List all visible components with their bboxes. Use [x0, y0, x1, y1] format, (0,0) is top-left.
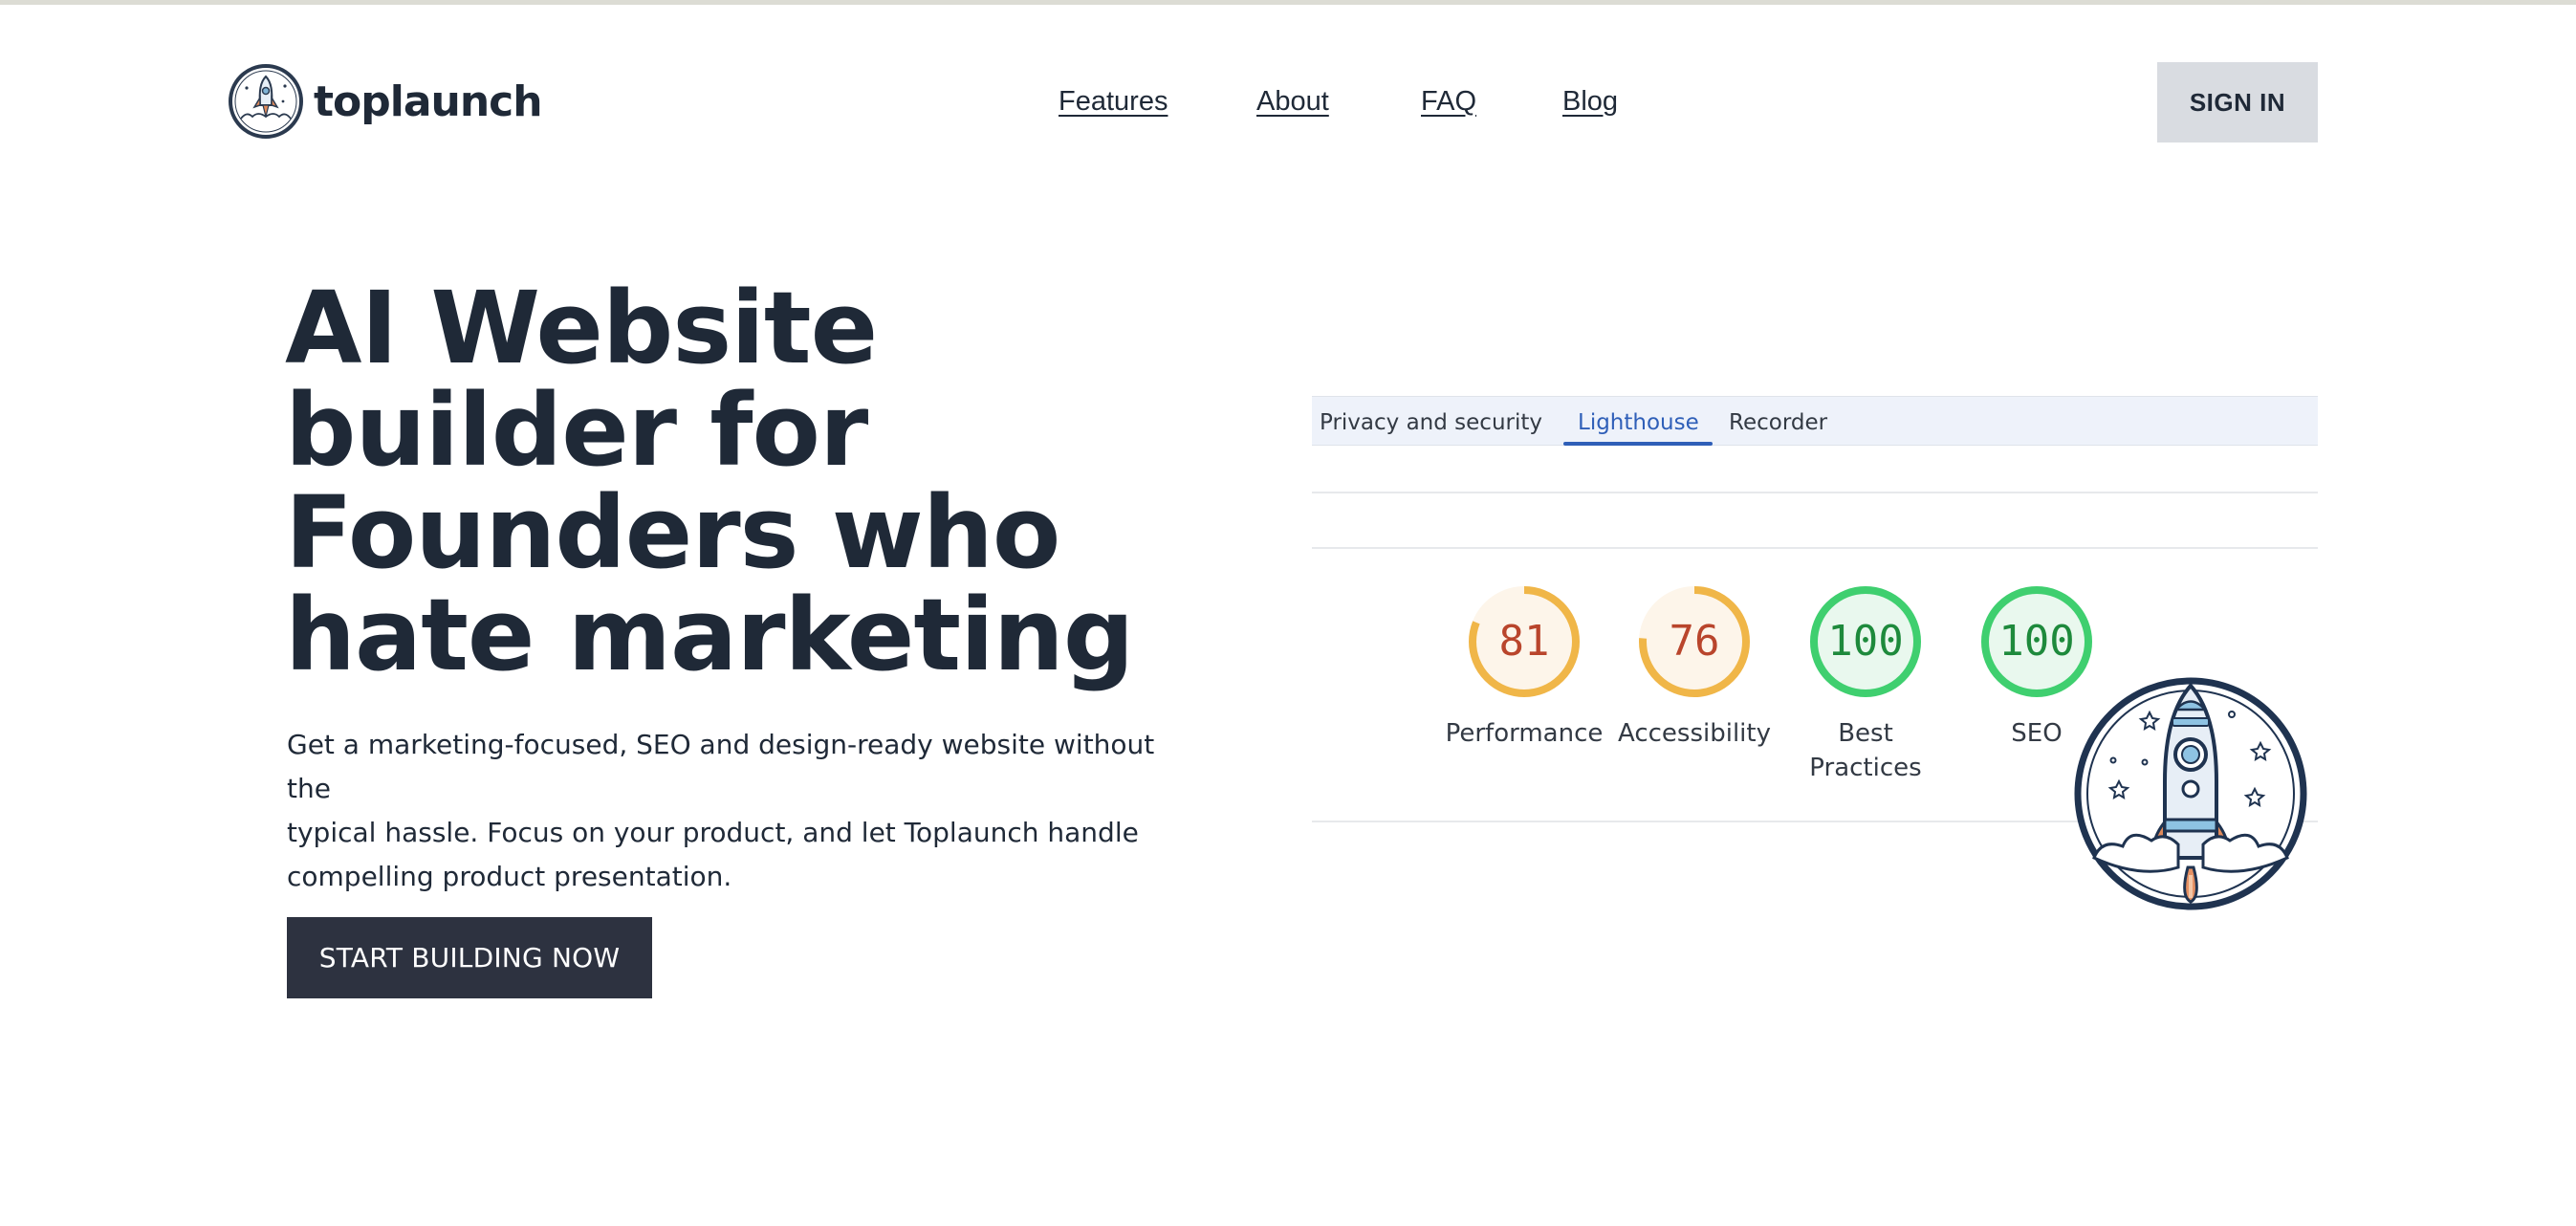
score-value: 81	[1498, 617, 1550, 666]
browser-top-border	[0, 0, 2576, 5]
nav-link-about[interactable]: About	[1256, 86, 1329, 118]
hero-subtitle-line: Get a marketing-focused, SEO and design-…	[287, 729, 1155, 804]
hero-subtitle-line: typical hassle. Focus on your product, a…	[287, 817, 1139, 848]
site-header: toplaunch Features About FAQ Blog SIGN I…	[0, 59, 2576, 143]
hero-title-line: AI Website	[285, 270, 878, 386]
nav-link-blog[interactable]: Blog	[1562, 86, 1618, 118]
score-label-line: Practices	[1809, 754, 1922, 782]
score-label-line: Accessibility	[1618, 719, 1771, 748]
nav-link-faq[interactable]: FAQ	[1421, 86, 1476, 118]
divider	[1312, 492, 2318, 493]
score-label: Performance	[1429, 716, 1620, 751]
devtools-tab-bar: Privacy and security Lighthouse Recorder	[1312, 396, 2318, 446]
score-gauge: 76	[1637, 584, 1752, 699]
sign-in-button[interactable]: SIGN IN	[2157, 62, 2318, 142]
hero-title-line: Founders who	[285, 474, 1060, 591]
hero-title-line: builder for	[285, 372, 868, 489]
brand-name: toplaunch	[314, 77, 543, 126]
rocket-badge-icon	[2074, 677, 2307, 910]
divider	[1312, 547, 2318, 549]
score-value: 76	[1669, 617, 1720, 666]
tab-lighthouse: Lighthouse	[1578, 410, 1699, 435]
hero-subtitle-line: compelling product presentation.	[287, 861, 732, 892]
active-tab-indicator	[1563, 442, 1713, 446]
brand-logo[interactable]: toplaunch	[228, 63, 543, 140]
score-label: Best Practices	[1770, 716, 1961, 785]
tab-privacy-security: Privacy and security	[1320, 410, 1542, 435]
hero-title: AI Website builder for Founders who hate…	[285, 277, 1146, 687]
rocket-logo-icon	[229, 64, 303, 139]
score-gauge: 81	[1467, 584, 1582, 699]
nav-link-features[interactable]: Features	[1059, 86, 1168, 118]
score-label: Accessibility	[1599, 716, 1790, 751]
tab-recorder: Recorder	[1729, 410, 1828, 435]
score-label-line: Performance	[1445, 719, 1604, 748]
start-building-button[interactable]: START BUILDING NOW	[287, 917, 652, 998]
hero-title-line: hate marketing	[285, 577, 1134, 693]
score-value: 100	[1827, 617, 1904, 666]
score-gauge: 100	[1808, 584, 1923, 699]
score-label-line: Best	[1838, 719, 1893, 748]
hero-subtitle: Get a marketing-focused, SEO and design-…	[287, 723, 1167, 899]
